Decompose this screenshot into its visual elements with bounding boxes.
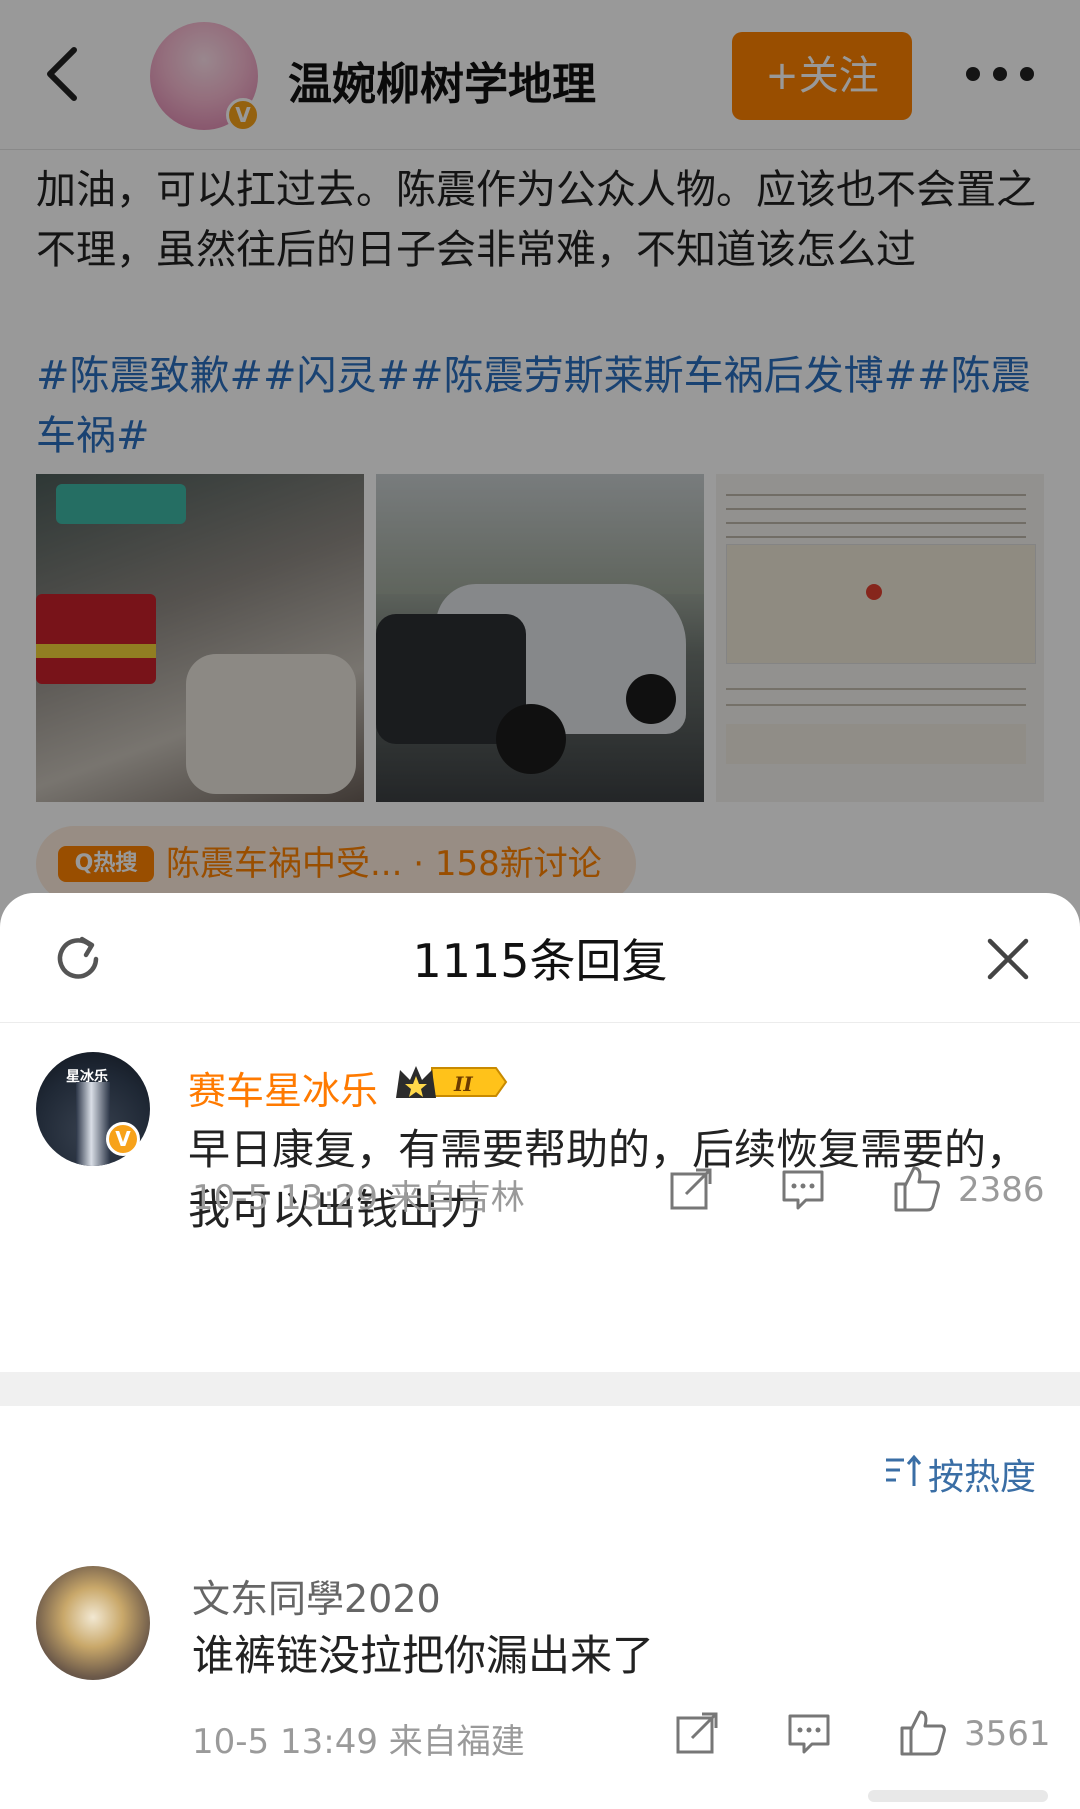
comment-reply-icon[interactable] (780, 1166, 826, 1212)
like-thumb-icon[interactable] (898, 1708, 948, 1758)
like-thumb-icon[interactable] (892, 1164, 942, 1214)
sort-by-heat-label[interactable]: 按热度 (928, 1448, 1036, 1500)
share-icon[interactable] (668, 1166, 714, 1212)
comment-reply-icon[interactable] (786, 1710, 832, 1756)
like-count: 2386 (958, 1170, 1045, 1210)
share-icon[interactable] (674, 1710, 720, 1756)
dim-overlay[interactable] (0, 0, 1080, 900)
section-divider-band (0, 1372, 1080, 1406)
comment-meta-row: 10-5 13:29 来自吉林 2386 (0, 1160, 1080, 1220)
verified-badge-icon: V (106, 1122, 140, 1156)
sort-icon[interactable] (884, 1452, 922, 1490)
like-count: 3561 (964, 1714, 1051, 1754)
reply-commenter-avatar[interactable] (36, 1566, 150, 1680)
sort-row: 按热度 (0, 1440, 1080, 1510)
commenter-name[interactable]: 赛车星冰乐 (188, 1060, 378, 1115)
member-crown-icon: II (396, 1066, 508, 1098)
sheet-header: 1115条回复 (0, 893, 1080, 1023)
reply-meta-row: 10-5 13:49 来自福建 3561 (0, 1704, 1080, 1764)
reply-commenter-name[interactable]: 文东同學2020 (192, 1568, 441, 1623)
home-indicator (868, 1790, 1048, 1802)
reply-comment-text: 谁裤链没拉把你漏出来了 (192, 1631, 655, 1680)
reply-time-location: 10-5 13:49 来自福建 (192, 1722, 525, 1762)
comment-time-location: 10-5 13:29 来自吉林 (192, 1178, 525, 1218)
close-icon[interactable] (984, 935, 1032, 983)
level-badge-text: II (453, 1072, 473, 1096)
sheet-title: 1115条回复 (412, 934, 668, 988)
top-comment: 星冰乐 V 赛车星冰乐 II 早日康复，有需要帮助的，后续恢复需要的，我可以出钱… (0, 1024, 1080, 1264)
